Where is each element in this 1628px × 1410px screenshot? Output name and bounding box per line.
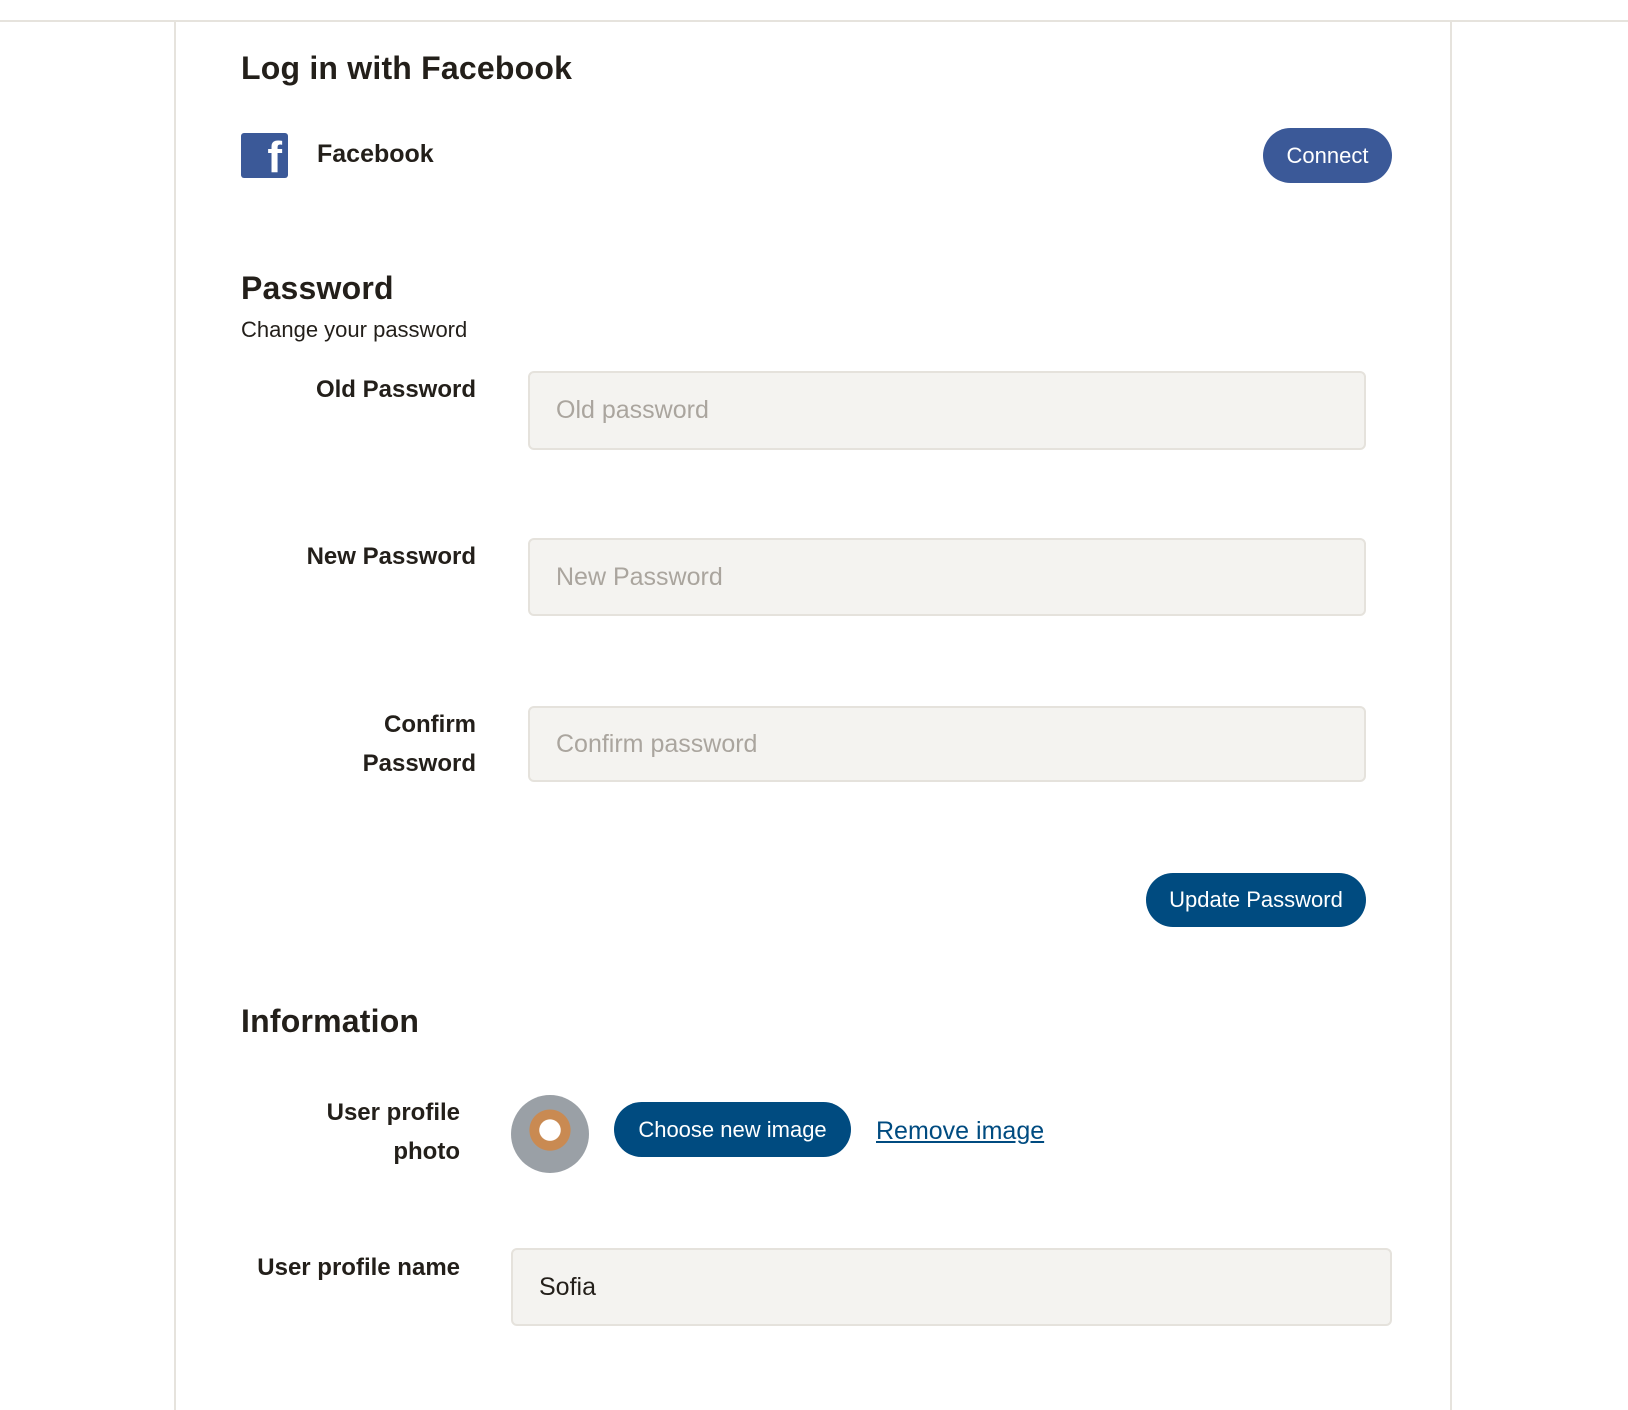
profile-photo-avatar bbox=[511, 1095, 589, 1173]
information-section-title: Information bbox=[241, 1003, 420, 1039]
confirm-password-label: Confirm Password bbox=[362, 711, 476, 777]
password-section-subtitle: Change your password bbox=[241, 317, 468, 342]
old-password-input[interactable] bbox=[528, 371, 1366, 450]
confirm-password-input[interactable] bbox=[528, 706, 1366, 782]
facebook-provider-label: Facebook bbox=[317, 140, 434, 168]
new-password-input[interactable] bbox=[528, 538, 1366, 616]
facebook-glyph: f bbox=[267, 133, 282, 179]
update-password-button[interactable]: Update Password bbox=[1146, 873, 1366, 927]
profile-name-input[interactable] bbox=[511, 1248, 1392, 1326]
new-password-label: New Password bbox=[306, 543, 476, 570]
connect-facebook-button[interactable]: Connect bbox=[1263, 128, 1392, 183]
facebook-icon: f bbox=[241, 133, 288, 178]
password-section-title: Password bbox=[241, 270, 394, 306]
old-password-label: Old Password bbox=[315, 376, 476, 403]
facebook-section-title: Log in with Facebook bbox=[241, 50, 573, 86]
profile-name-label: User profile name bbox=[257, 1254, 460, 1281]
profile-photo-label: User profile photo bbox=[326, 1099, 460, 1165]
choose-new-image-button[interactable]: Choose new image bbox=[614, 1102, 851, 1157]
remove-image-link[interactable]: Remove image bbox=[876, 1117, 1044, 1146]
